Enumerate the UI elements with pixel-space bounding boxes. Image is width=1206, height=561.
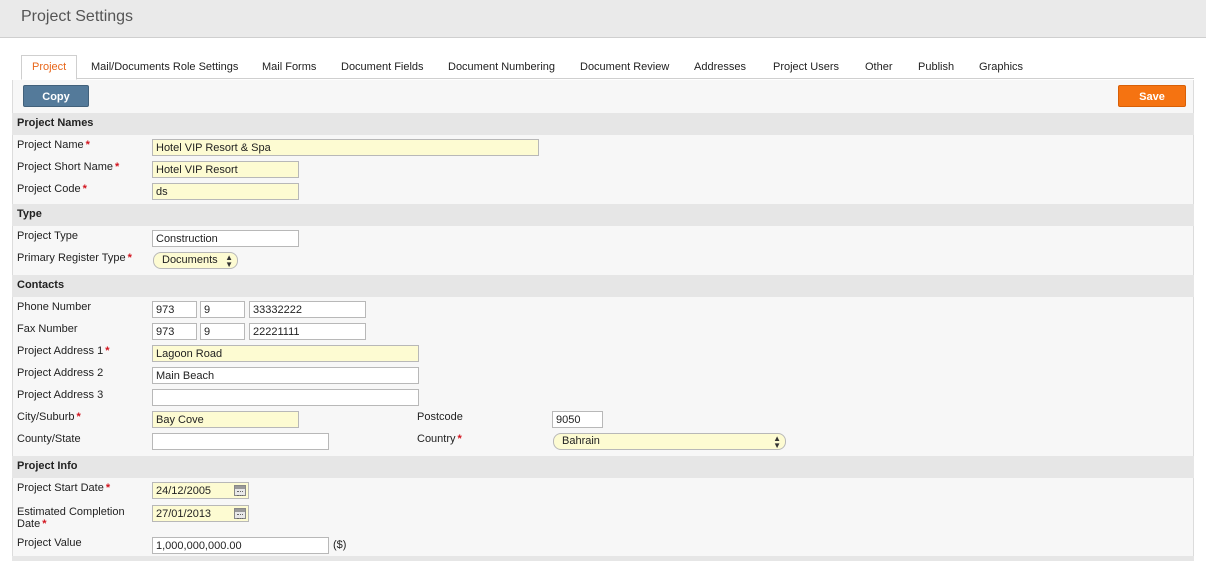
phone-country-code-input[interactable] — [152, 301, 197, 318]
project-address-3-input[interactable] — [152, 389, 419, 406]
project-address-2-label: Project Address 2 — [17, 367, 104, 379]
project-value-input[interactable] — [152, 537, 329, 554]
required-marker: * — [82, 183, 87, 195]
project-value-label: Project Value — [17, 537, 82, 549]
calendar-icon[interactable] — [234, 508, 246, 519]
primary-register-type-select[interactable]: Documents ▲ ▼ — [153, 252, 238, 269]
city-suburb-label: City/Suburb * — [17, 411, 81, 423]
tab-project-users[interactable]: Project Users — [773, 55, 839, 79]
project-name-input[interactable] — [152, 139, 539, 156]
project-short-name-label: Project Short Name * — [17, 161, 120, 173]
section-title: Project Info — [17, 460, 78, 472]
project-start-date-label: Project Start Date * — [17, 482, 111, 494]
required-marker: * — [105, 345, 110, 357]
required-marker: * — [457, 433, 462, 445]
project-short-name-input[interactable] — [152, 161, 299, 178]
project-address-1-input[interactable] — [152, 345, 419, 362]
county-state-input[interactable] — [152, 433, 329, 450]
tab-graphics[interactable]: Graphics — [979, 55, 1023, 79]
page-header: Project Settings — [0, 0, 1206, 38]
section-project-info: Project Info — [12, 456, 1194, 478]
tab-mail-forms[interactable]: Mail Forms — [262, 55, 316, 79]
postcode-input[interactable] — [552, 411, 603, 428]
project-address-3-label: Project Address 3 — [17, 389, 104, 401]
required-marker: * — [42, 518, 47, 530]
phone-area-code-input[interactable] — [200, 301, 245, 318]
fax-country-code-input[interactable] — [152, 323, 197, 340]
primary-register-type-label: Primary Register Type * — [17, 252, 132, 264]
tab-mail-documents-role-settings[interactable]: Mail/Documents Role Settings — [91, 55, 238, 79]
tab-bar: Project Mail/Documents Role Settings Mai… — [21, 55, 1194, 80]
project-type-input[interactable] — [152, 230, 299, 247]
tab-addresses[interactable]: Addresses — [694, 55, 746, 79]
section-title: Contacts — [17, 279, 65, 291]
country-label: Country * — [417, 433, 462, 445]
fax-area-code-input[interactable] — [200, 323, 245, 340]
section-divider — [12, 556, 1194, 561]
tab-publish[interactable]: Publish — [918, 55, 954, 79]
currency-unit-label: ($) — [333, 539, 347, 551]
country-select[interactable]: Bahrain ▲ ▼ — [553, 433, 786, 450]
project-code-input[interactable] — [152, 183, 299, 200]
phone-number-input[interactable] — [249, 301, 366, 318]
country-value: Bahrain — [562, 435, 600, 447]
project-code-label: Project Code * — [17, 183, 87, 195]
city-suburb-input[interactable] — [152, 411, 299, 428]
postcode-label: Postcode — [417, 411, 463, 423]
select-arrows-icon: ▲ ▼ — [773, 434, 781, 450]
calendar-icon[interactable] — [234, 485, 246, 496]
tab-other[interactable]: Other — [865, 55, 893, 79]
fax-number-label: Fax Number — [17, 323, 78, 335]
phone-number-label: Phone Number — [17, 301, 91, 313]
project-type-label: Project Type — [17, 230, 78, 242]
tab-document-numbering[interactable]: Document Numbering — [448, 55, 555, 79]
page-title: Project Settings — [21, 8, 134, 25]
section-project-names: Project Names — [12, 113, 1194, 135]
required-marker: * — [127, 252, 132, 264]
tab-document-fields[interactable]: Document Fields — [341, 55, 424, 79]
project-address-2-input[interactable] — [152, 367, 419, 384]
fax-number-input[interactable] — [249, 323, 366, 340]
tab-project[interactable]: Project — [21, 55, 78, 80]
section-type: Type — [12, 204, 1194, 226]
required-marker: * — [85, 139, 90, 151]
project-name-label: Project Name * — [17, 139, 90, 151]
section-title: Project Names — [17, 117, 94, 129]
copy-button[interactable]: Copy — [23, 85, 89, 107]
required-marker: * — [105, 482, 111, 494]
primary-register-type-value: Documents — [162, 254, 218, 266]
required-marker: * — [114, 161, 120, 173]
project-address-1-label: Project Address 1 * — [17, 345, 110, 357]
section-title: Type — [17, 208, 42, 220]
estimated-completion-date-label: Estimated Completion Date * — [17, 506, 125, 530]
tab-document-review[interactable]: Document Review — [580, 55, 669, 79]
save-button[interactable]: Save — [1118, 85, 1186, 107]
required-marker: * — [76, 411, 81, 423]
select-arrows-icon: ▲ ▼ — [225, 253, 233, 269]
section-contacts: Contacts — [12, 275, 1194, 297]
county-state-label: County/State — [17, 433, 81, 445]
